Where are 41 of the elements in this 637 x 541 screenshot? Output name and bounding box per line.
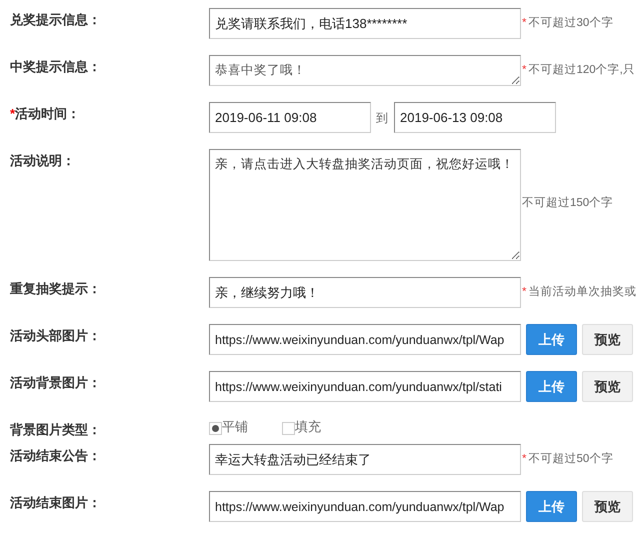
upload-button[interactable]: 上传 bbox=[526, 491, 577, 522]
upload-button[interactable]: 上传 bbox=[526, 371, 577, 402]
hint-text: 不可超过150个字 bbox=[522, 197, 614, 209]
text-area[interactable]: 亲，请点击进入大转盘抽奖活动页面，祝您好运哦！ bbox=[209, 149, 521, 261]
option-label: 平铺 bbox=[222, 418, 248, 436]
text-area[interactable]: 恭喜中奖了哦！ bbox=[209, 55, 521, 86]
preview-button[interactable]: 预览 bbox=[582, 324, 633, 355]
field-label: 活动背景图片： bbox=[10, 375, 101, 390]
required-mark: * bbox=[522, 64, 526, 76]
field-label: 活动说明： bbox=[10, 153, 75, 168]
preview-button[interactable]: 预览 bbox=[582, 371, 633, 402]
hint-text: 不可超过120个字,只 bbox=[528, 64, 635, 76]
field-label: 活动结束公告： bbox=[10, 448, 101, 463]
preview-button[interactable]: 预览 bbox=[582, 491, 633, 522]
field-label: 重复抽奖提示： bbox=[10, 281, 101, 296]
required-mark: * bbox=[522, 286, 526, 298]
field-label: 兑奖提示信息： bbox=[10, 12, 101, 27]
upload-button[interactable]: 上传 bbox=[526, 324, 577, 355]
input-field[interactable]: https://www.weixinyunduan.com/yunduanwx/tpl/Wap bbox=[209, 491, 521, 522]
hint-text: 不可超过30个字 bbox=[528, 17, 614, 29]
input-field[interactable]: 幸运大转盘活动已经结束了 bbox=[209, 444, 521, 475]
input-field[interactable]: 2019-06-13 09:08 bbox=[394, 102, 556, 133]
hint-text: 当前活动单次抽奖或 bbox=[528, 286, 636, 298]
required-mark: * bbox=[522, 17, 526, 29]
hint-text: 不可超过50个字 bbox=[528, 453, 614, 465]
input-field[interactable]: 兑奖请联系我们，电话138******** bbox=[209, 8, 521, 39]
field-label: 中奖提示信息： bbox=[10, 59, 101, 74]
input-field[interactable]: https://www.weixinyunduan.com/yunduanwx/tpl/Wap bbox=[209, 324, 521, 355]
input-field[interactable]: 亲，继续努力哦！ bbox=[209, 277, 521, 308]
radio-button[interactable] bbox=[282, 422, 295, 435]
input-field[interactable]: https://www.weixinyunduan.com/yunduanwx/tpl/stati bbox=[209, 371, 521, 402]
required-mark: * bbox=[10, 106, 16, 121]
field-label: 活动结束图片： bbox=[10, 495, 101, 510]
field-label: 背景图片类型： bbox=[10, 422, 101, 437]
range-separator: 到 bbox=[376, 110, 388, 127]
required-mark: * bbox=[522, 453, 526, 465]
radio-button[interactable] bbox=[209, 422, 222, 435]
option-label: 填充 bbox=[295, 418, 321, 436]
input-field[interactable]: 2019-06-11 09:08 bbox=[209, 102, 371, 133]
field-label: 活动时间： bbox=[15, 106, 80, 121]
field-label: 活动头部图片： bbox=[10, 328, 101, 343]
